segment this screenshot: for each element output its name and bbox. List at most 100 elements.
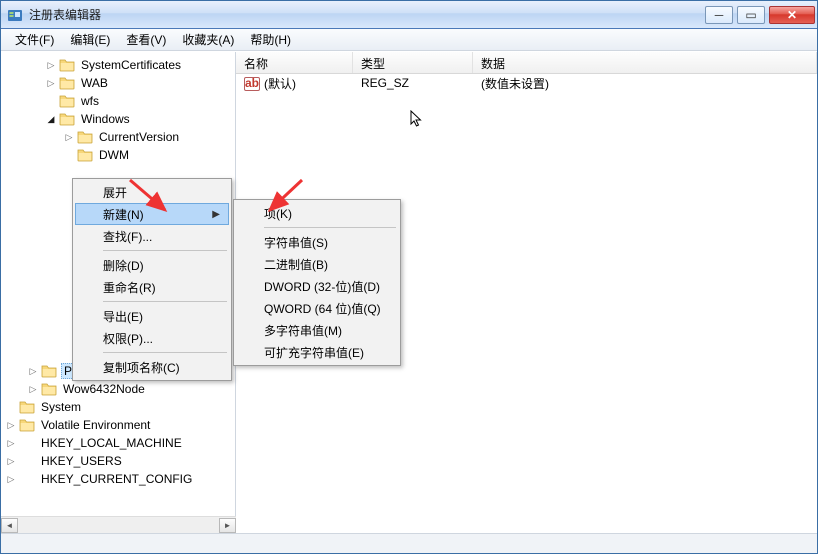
cell-type: REG_SZ (353, 75, 473, 91)
menu-edit[interactable]: 编辑(E) (62, 28, 118, 51)
separator (103, 301, 227, 302)
list-row[interactable]: (默认) REG_SZ (数值未设置) (236, 74, 817, 92)
ctx-label: 删除(D) (103, 257, 144, 274)
ctx-new-binary[interactable]: 二进制值(B) (236, 253, 398, 275)
ctx-export[interactable]: 导出(E) (75, 305, 229, 327)
expander-icon[interactable]: ▷ (27, 383, 39, 395)
expander-icon[interactable]: ▷ (5, 419, 17, 431)
statusbar (1, 533, 817, 553)
expander-icon[interactable]: ▷ (27, 365, 39, 377)
cell-data: (数值未设置) (473, 74, 817, 93)
node-label: HKEY_USERS (39, 454, 124, 468)
list-header: 名称 类型 数据 (236, 52, 817, 74)
col-header-type[interactable]: 类型 (353, 52, 473, 73)
folder-icon (77, 130, 93, 144)
tree-node-hklm[interactable]: ▷ HKEY_LOCAL_MACHINE (5, 434, 235, 452)
tree-node-wfs[interactable]: ▷wfs (5, 92, 235, 110)
tree-node-systemcertificates[interactable]: ▷ SystemCertificates (5, 56, 235, 74)
tree-node-system[interactable]: ▷System (5, 398, 235, 416)
menubar: 文件(F) 编辑(E) 查看(V) 收藏夹(A) 帮助(H) (1, 29, 817, 51)
expander-icon[interactable]: ▷ (45, 59, 57, 71)
ctx-expand[interactable]: 展开 (75, 181, 229, 203)
scroll-track[interactable] (18, 518, 219, 533)
ctx-delete[interactable]: 删除(D) (75, 254, 229, 276)
expander-icon[interactable]: ▷ (5, 473, 17, 485)
ctx-new[interactable]: 新建(N) ▶ (75, 203, 229, 225)
scroll-left-button[interactable]: ◄ (1, 518, 18, 533)
regsz-icon (244, 77, 260, 91)
ctx-label: 二进制值(B) (264, 256, 328, 273)
ctx-label: 重命名(R) (103, 279, 156, 296)
ctx-label: DWORD (32-位)值(D) (264, 278, 380, 295)
ctx-label: 导出(E) (103, 308, 143, 325)
folder-icon (59, 94, 75, 108)
ctx-copy-key-name[interactable]: 复制项名称(C) (75, 356, 229, 378)
node-label: Volatile Environment (39, 418, 152, 432)
expander-icon[interactable]: ▷ (5, 455, 17, 467)
submenu-arrow-icon: ▶ (212, 209, 220, 220)
node-label: CurrentVersion (97, 130, 181, 144)
ctx-rename[interactable]: 重命名(R) (75, 276, 229, 298)
col-header-data[interactable]: 数据 (473, 52, 817, 73)
separator (264, 227, 396, 228)
expander-icon[interactable]: ▷ (5, 437, 17, 449)
ctx-label: 项(K) (264, 205, 292, 222)
cell-name: (默认) (236, 74, 353, 93)
scroll-right-button[interactable]: ► (219, 518, 236, 533)
ctx-label: 可扩充字符串值(E) (264, 344, 364, 361)
expander-icon[interactable]: ▷ (45, 77, 57, 89)
menu-favorites[interactable]: 收藏夹(A) (174, 28, 242, 51)
ctx-new-key[interactable]: 项(K) (236, 202, 398, 224)
node-label: Wow6432Node (61, 382, 147, 396)
tree-node-currentversion[interactable]: ▷ CurrentVersion (5, 128, 235, 146)
folder-icon (41, 364, 57, 378)
tree-node-wab[interactable]: ▷WAB (5, 74, 235, 92)
node-label: System (39, 400, 83, 414)
node-label: HKEY_LOCAL_MACHINE (39, 436, 184, 450)
node-label: wfs (79, 94, 101, 108)
tree-node-wow6432node[interactable]: ▷ Wow6432Node (5, 380, 235, 398)
ctx-new-dword[interactable]: DWORD (32-位)值(D) (236, 275, 398, 297)
tree-node-windows[interactable]: ◢ Windows (5, 110, 235, 128)
tree-node-volatile-environment[interactable]: ▷ Volatile Environment (5, 416, 235, 434)
window-title: 注册表编辑器 (29, 6, 701, 23)
ctx-find[interactable]: 查找(F)... (75, 225, 229, 247)
separator (103, 250, 227, 251)
ctx-new-expandstring[interactable]: 可扩充字符串值(E) (236, 341, 398, 363)
folder-icon (19, 418, 35, 432)
separator (103, 352, 227, 353)
ctx-label: 展开 (103, 184, 127, 201)
expander-icon[interactable]: ▷ (63, 131, 75, 143)
minimize-button[interactable]: ─ (705, 6, 733, 24)
menu-file[interactable]: 文件(F) (7, 28, 62, 51)
titlebar[interactable]: 注册表编辑器 ─ ▭ ✕ (1, 1, 817, 29)
node-label: SystemCertificates (79, 58, 183, 72)
ctx-new-qword[interactable]: QWORD (64 位)值(Q) (236, 297, 398, 319)
tree-node-hkcc[interactable]: ▷ HKEY_CURRENT_CONFIG (5, 470, 235, 488)
maximize-button[interactable]: ▭ (737, 6, 765, 24)
ctx-label: QWORD (64 位)值(Q) (264, 300, 381, 317)
menu-help[interactable]: 帮助(H) (242, 28, 299, 51)
context-menu-tree: 展开 新建(N) ▶ 查找(F)... 删除(D) 重命名(R) 导出(E) 权限… (72, 178, 232, 381)
ctx-permissions[interactable]: 权限(P)... (75, 327, 229, 349)
app-icon (7, 7, 23, 23)
node-label: DWM (97, 148, 131, 162)
ctx-label: 新建(N) (103, 206, 144, 223)
ctx-label: 权限(P)... (103, 330, 153, 347)
tree-node-hku[interactable]: ▷ HKEY_USERS (5, 452, 235, 470)
ctx-new-multistring[interactable]: 多字符串值(M) (236, 319, 398, 341)
tree-hscroll[interactable]: ◄ ► (1, 516, 236, 533)
col-header-name[interactable]: 名称 (236, 52, 353, 73)
node-label: Windows (79, 112, 132, 126)
node-label: HKEY_CURRENT_CONFIG (39, 472, 194, 486)
close-button[interactable]: ✕ (769, 6, 815, 24)
menu-view[interactable]: 查看(V) (118, 28, 174, 51)
folder-icon (41, 382, 57, 396)
ctx-label: 查找(F)... (103, 228, 152, 245)
folder-icon (19, 400, 35, 414)
expander-icon[interactable]: ◢ (45, 113, 57, 125)
ctx-new-string[interactable]: 字符串值(S) (236, 231, 398, 253)
tree-node-dwm[interactable]: ▷DWM (5, 146, 235, 164)
context-menu-new: 项(K) 字符串值(S) 二进制值(B) DWORD (32-位)值(D) QW… (233, 199, 401, 366)
folder-icon (77, 148, 93, 162)
